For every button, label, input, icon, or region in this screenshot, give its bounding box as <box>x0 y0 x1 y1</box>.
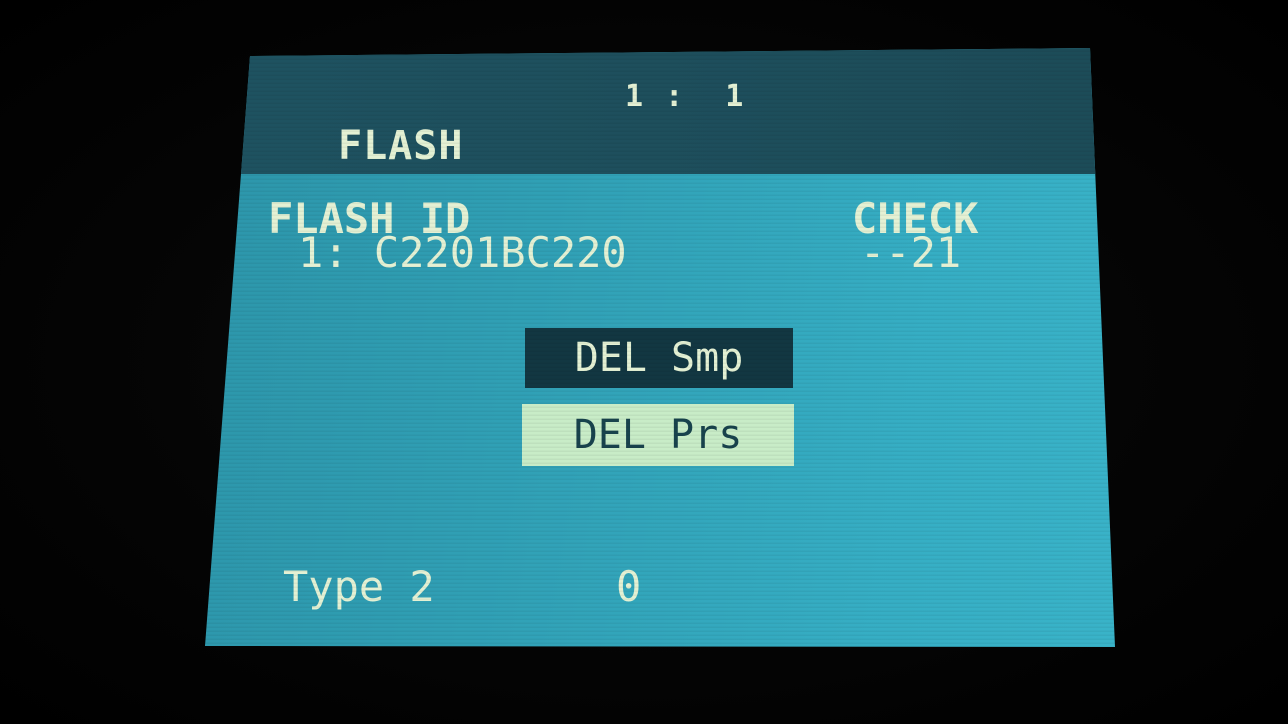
delete-samples-button[interactable]: DEL Smp <box>525 328 793 388</box>
check-value: --21 <box>860 228 962 277</box>
lcd-screen: 1 : 1 FLASH FLASH ID 1: C2201BC220 CHECK… <box>205 48 1115 647</box>
page-title: FLASH <box>338 123 464 169</box>
type-value: 0 <box>616 562 642 611</box>
device-bezel: 1 : 1 FLASH FLASH ID 1: C2201BC220 CHECK… <box>0 0 1288 724</box>
flash-id-value: 1: C2201BC220 <box>298 228 627 277</box>
type-label: Type 2 <box>283 562 435 611</box>
delete-presets-button[interactable]: DEL Prs <box>522 404 794 466</box>
position-readout: 1 : 1 <box>625 79 746 114</box>
